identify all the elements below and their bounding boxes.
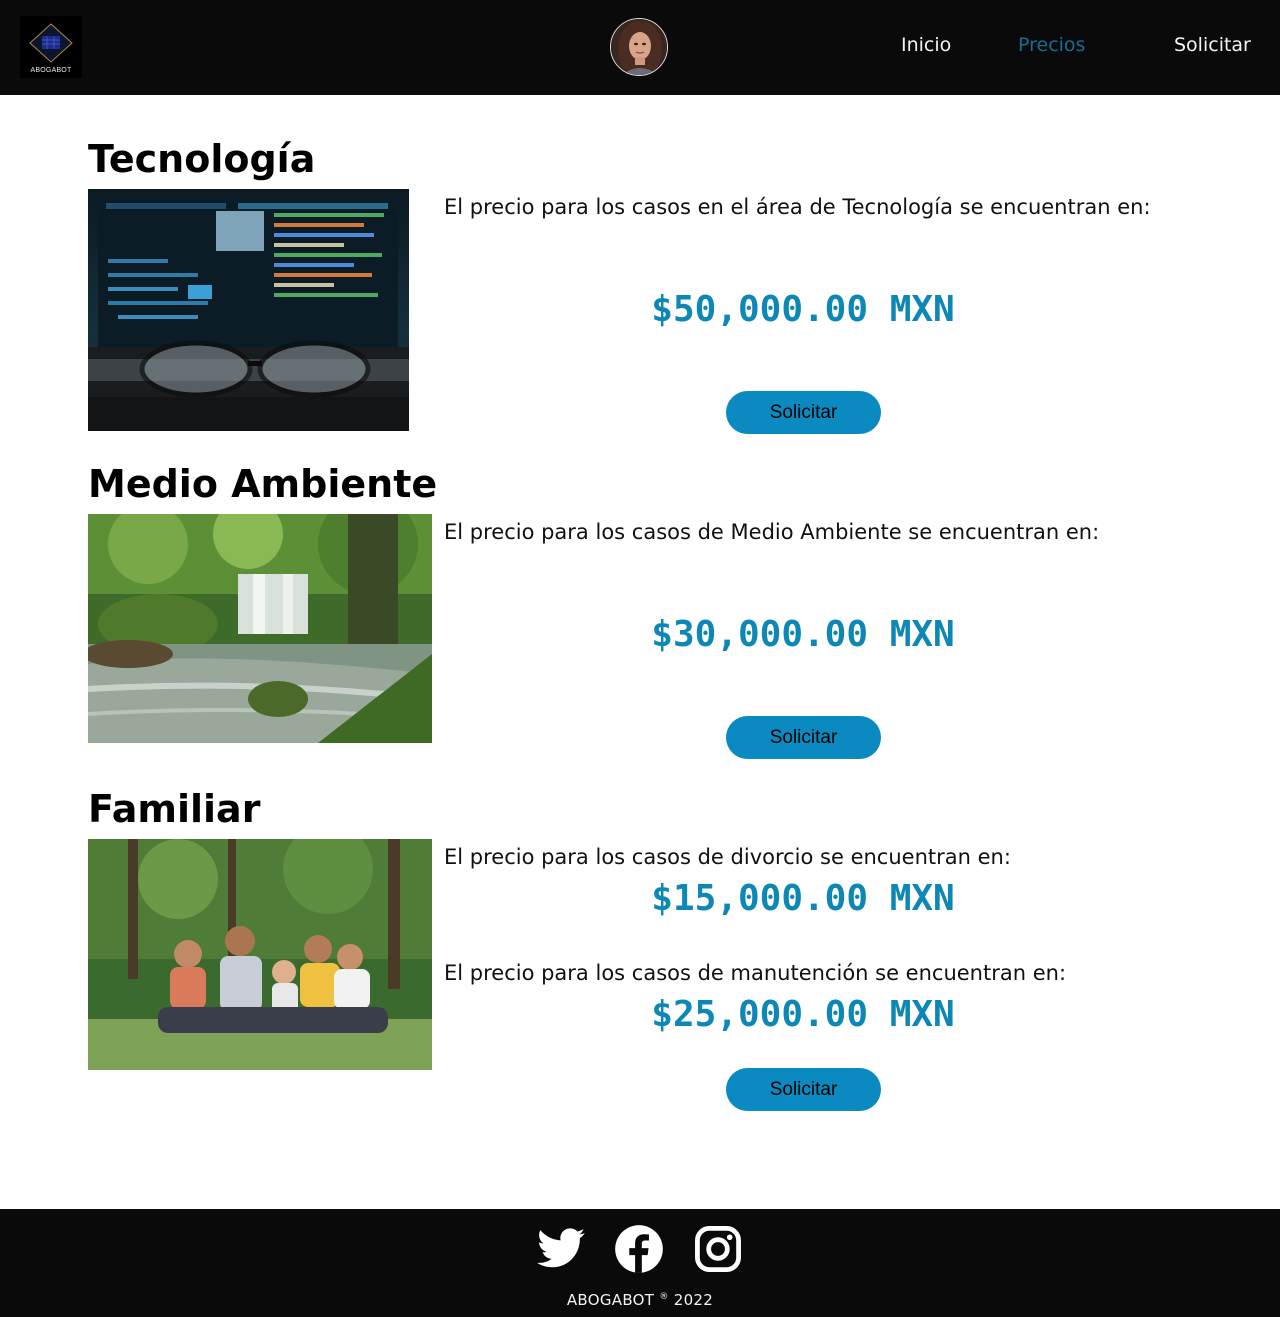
divorcio-description: El precio para los casos de divorcio se … [444,845,1011,869]
footer-year: 2022 [673,1291,714,1309]
medio-ambiente-photo [88,514,432,743]
facebook-icon[interactable] [613,1223,665,1275]
section-title-tecnologia: Tecnología [88,137,316,181]
familiar-photo [88,839,432,1070]
tecnologia-price: $50,000.00 MXN [651,289,955,330]
logo-text: ABOGABOT [30,67,72,74]
avatar-portrait [611,19,667,75]
nav-precios[interactable]: Precios [1018,34,1085,56]
tecnologia-description: El precio para los casos en el área de T… [444,195,1151,219]
solicitar-tecnologia-button[interactable]: Solicitar [726,391,881,434]
nav-solicitar[interactable]: Solicitar [1174,34,1251,56]
avatar[interactable] [610,18,668,76]
top-navbar: ABOGABOT Inicio Precios Solicitar [0,0,1280,95]
section-title-medio-ambiente: Medio Ambiente [88,462,438,506]
nav-inicio[interactable]: Inicio [901,34,951,56]
twitter-icon[interactable] [535,1223,587,1275]
footer: ABOGABOT ® 2022 [0,1209,1280,1317]
medio-ambiente-price: $30,000.00 MXN [651,614,955,655]
copyright-text: ABOGABOT ® 2022 [0,1291,1280,1309]
manutencion-description: El precio para los casos de manutención … [444,961,1067,985]
registered-mark: ® [659,1292,669,1302]
solicitar-familiar-button[interactable]: Solicitar [726,1068,881,1111]
abogabot-logo[interactable]: ABOGABOT [20,16,82,78]
manutencion-price: $25,000.00 MXN [651,994,955,1035]
divorcio-price: $15,000.00 MXN [651,878,955,919]
footer-brand: ABOGABOT [566,1291,655,1309]
section-title-familiar: Familiar [88,787,261,831]
tecnologia-photo [88,189,409,431]
solicitar-medio-ambiente-button[interactable]: Solicitar [726,716,881,759]
medio-ambiente-description: El precio para los casos de Medio Ambien… [444,520,1100,544]
instagram-icon[interactable] [692,1223,744,1275]
